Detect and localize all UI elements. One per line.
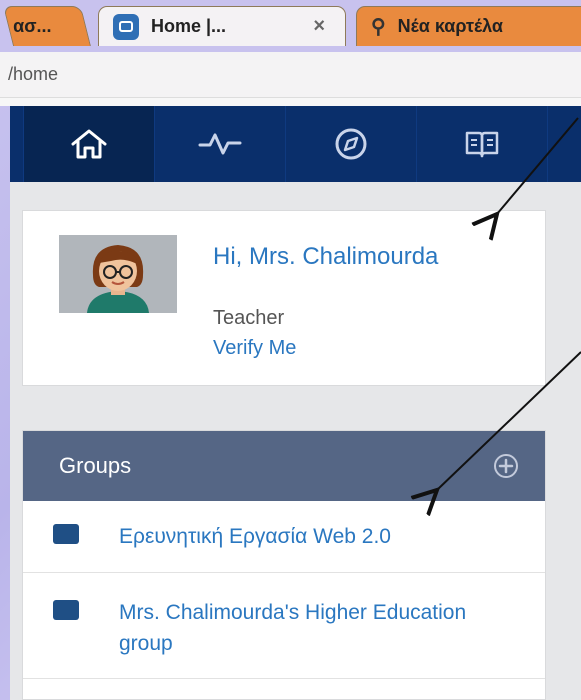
annotation-arrows xyxy=(0,117,581,700)
annotation-arrow xyxy=(437,351,581,490)
site-favicon-icon xyxy=(113,13,139,40)
browser-tab-label: Home |... xyxy=(151,16,227,36)
browser-tab-home[interactable]: Home |... × xyxy=(98,6,346,46)
close-icon[interactable]: × xyxy=(313,15,325,38)
annotation-arrow xyxy=(497,117,579,214)
